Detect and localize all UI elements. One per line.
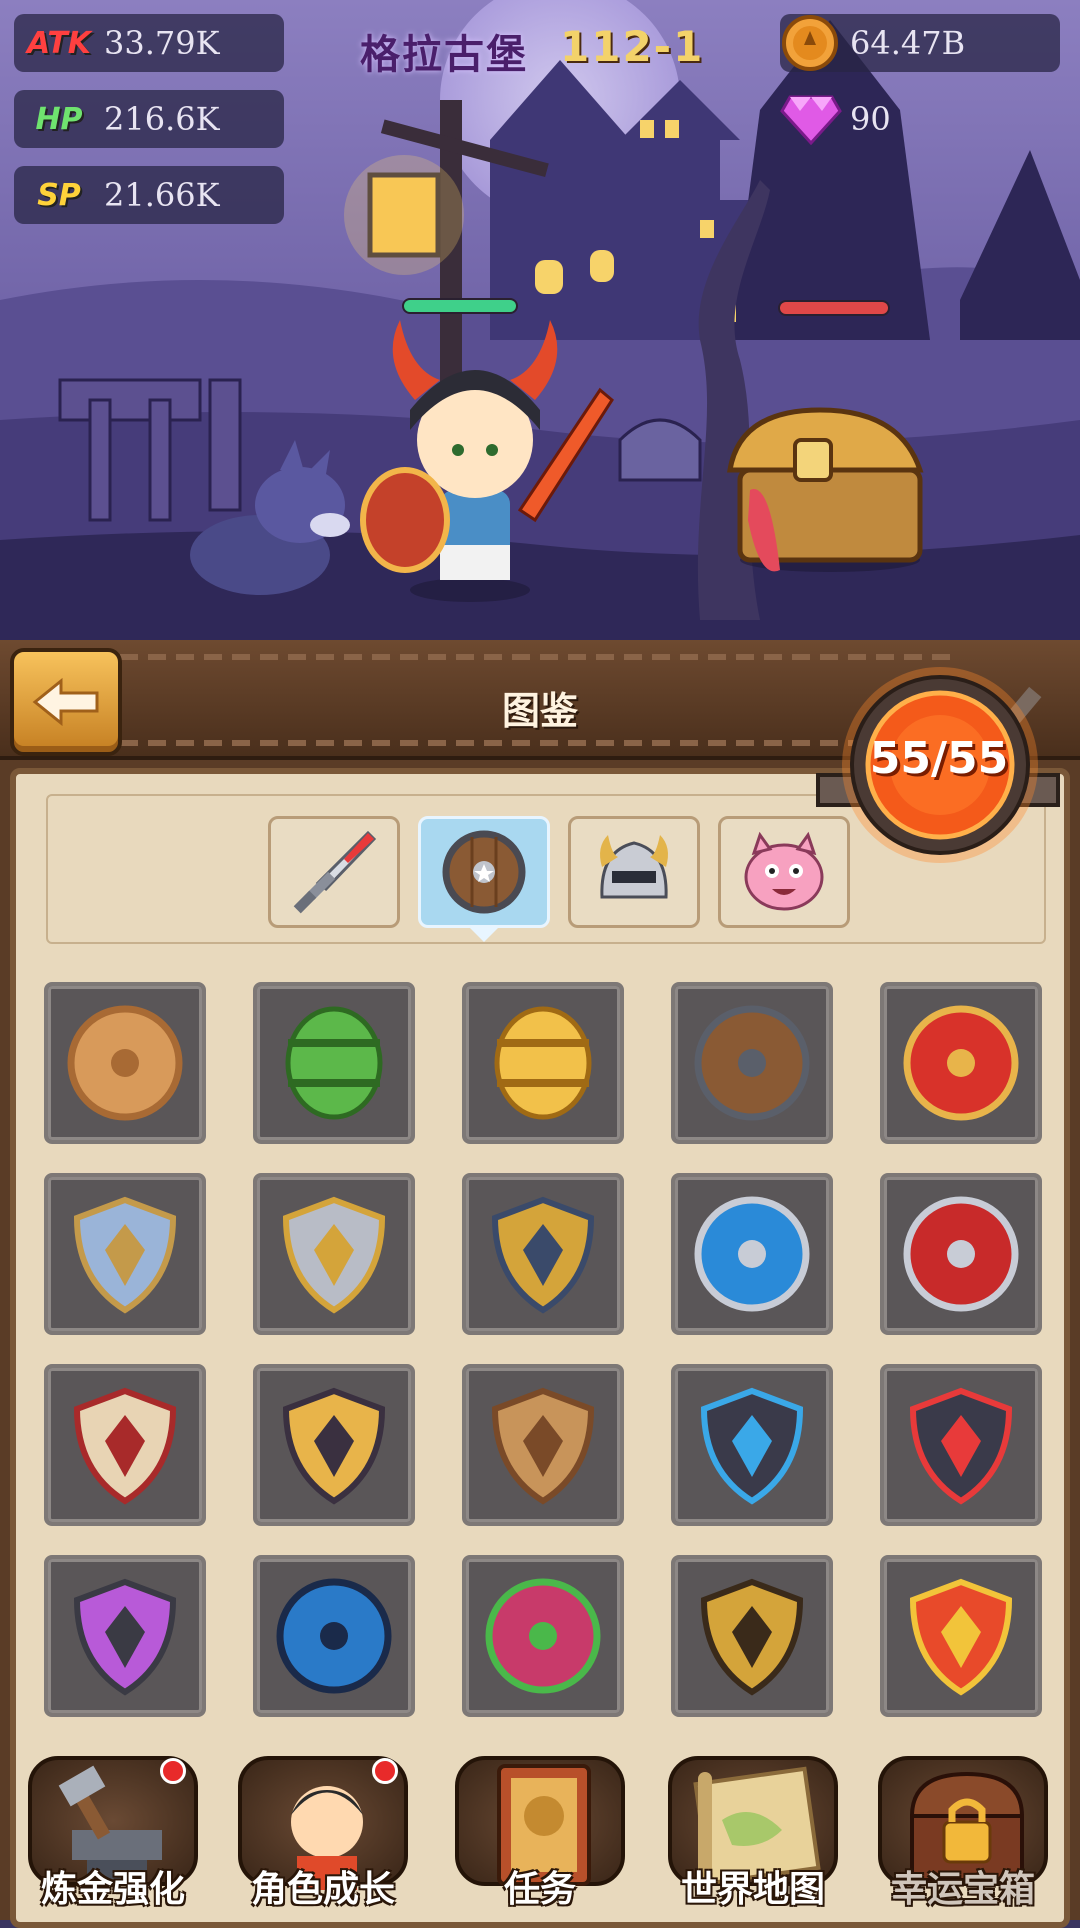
shield-slot[interactable] (462, 1364, 624, 1526)
nav-alchemy-label: 炼金强化 (40, 1869, 185, 1910)
stone-tablet-shield-icon (491, 1387, 595, 1505)
wooden-star-shield-icon (694, 1005, 810, 1121)
blue-spiral-shield-icon (276, 1578, 392, 1694)
shield-slot[interactable] (44, 1173, 206, 1335)
back-button[interactable] (10, 648, 122, 756)
shield-slot[interactable] (671, 1173, 833, 1335)
pharaoh-mask-shield-icon (282, 1387, 386, 1505)
sp-stat: SP 21.66K (14, 166, 284, 224)
tab-shield[interactable] (418, 816, 550, 928)
nav-quests-label: 任务 (503, 1869, 576, 1910)
gem-counter[interactable]: 90 (780, 90, 1060, 148)
header-stripe-top (120, 654, 960, 660)
red-star-shield-icon (903, 1005, 1019, 1121)
tab-helmet[interactable] (568, 816, 700, 928)
gem-value: 90 (850, 100, 891, 138)
shield-slot[interactable] (462, 1173, 624, 1335)
collection-counter: 55/55 (808, 665, 1070, 865)
shield-icon (442, 830, 526, 914)
gold-counter[interactable]: 64.47B (780, 14, 1060, 72)
gold-value: 64.47B (850, 24, 966, 62)
shield-slot[interactable] (880, 1364, 1042, 1526)
shield-slot[interactable] (462, 1555, 624, 1717)
cross-kite-shield-icon (73, 1196, 177, 1314)
atk-label: ATK (26, 25, 92, 61)
shield-slot[interactable] (880, 1173, 1042, 1335)
blue-gem-dark-shield-icon (700, 1387, 804, 1505)
gem-icon (780, 95, 842, 145)
nav-lucky-chest-label: 幸运宝箱 (890, 1869, 1035, 1910)
green-barrel-shield-icon (285, 1006, 383, 1120)
red-gem-dark-shield-icon (909, 1387, 1013, 1505)
silver-spiked-shield-icon (282, 1196, 386, 1314)
shield-slot[interactable] (462, 982, 624, 1144)
nav-quests[interactable]: 任务 (445, 1736, 635, 1920)
blue-cross-round-shield-icon (694, 1196, 810, 1312)
hp-value: 216.6K (104, 100, 220, 138)
nav-alchemy[interactable]: 炼金强化 (18, 1736, 208, 1920)
nav-lucky-chest[interactable]: 幸运宝箱 (868, 1736, 1058, 1920)
shield-slot[interactable] (44, 982, 206, 1144)
red-cross-round-shield-icon (903, 1196, 1019, 1312)
shield-slot[interactable] (44, 1364, 206, 1526)
battle-scene: ATK 33.79K HP 216.6K SP 21.66K 格拉古堡 112-… (0, 0, 1080, 640)
character-notification-badge (372, 1758, 398, 1784)
hp-stat: HP 216.6K (14, 90, 284, 148)
shield-slot[interactable] (880, 982, 1042, 1144)
atk-value: 33.79K (104, 24, 220, 62)
nav-world-map-label: 世界地图 (680, 1869, 825, 1910)
yellow-barrel-shield-icon (494, 1006, 592, 1120)
shield-slot[interactable] (671, 1364, 833, 1526)
nav-world-map[interactable]: 世界地图 (658, 1736, 848, 1920)
wood-log-shield-icon (67, 1005, 183, 1121)
sword-icon (293, 830, 377, 914)
flower-shield-icon (485, 1578, 601, 1694)
shield-slot[interactable] (253, 1173, 415, 1335)
bone-ribcage-shield-icon (73, 1387, 177, 1505)
gold-coin-icon (782, 15, 838, 71)
mimic-chest-enemy (727, 407, 924, 572)
hp-label: HP (35, 101, 83, 137)
nav-character[interactable]: 角色成长 (228, 1736, 418, 1920)
active-tab-pointer (470, 928, 498, 942)
alchemy-notification-badge (160, 1758, 186, 1784)
nav-character-label: 角色成长 (250, 1869, 395, 1910)
flame-phoenix-shield-icon (909, 1578, 1013, 1696)
gold-spiked-shield-icon (491, 1196, 595, 1314)
shield-slot[interactable] (880, 1555, 1042, 1717)
enemy-health-bar (778, 300, 890, 316)
bottom-nav: 炼金强化 角色成长 任务 世界地图 幸运宝箱 (0, 1736, 1080, 1920)
shield-slot[interactable] (253, 982, 415, 1144)
collection-panel: 图鉴 55/55 (0, 640, 1080, 1928)
shield-slot[interactable] (671, 982, 833, 1144)
shield-slot[interactable] (253, 1555, 415, 1717)
atk-stat: ATK 33.79K (14, 14, 284, 72)
horned-gold-shield-icon (700, 1578, 804, 1696)
sp-label: SP (37, 177, 81, 213)
purple-mask-shield-icon (73, 1578, 177, 1696)
helmet-icon (600, 835, 668, 899)
collection-count: 55/55 (869, 733, 1009, 784)
stage-name: 格拉古堡 (360, 32, 528, 78)
back-arrow-icon (32, 677, 99, 727)
hero-health-bar (402, 298, 518, 314)
shield-slot[interactable] (253, 1364, 415, 1526)
stage-number: 112-1 (560, 22, 705, 71)
tab-sword[interactable] (268, 816, 400, 928)
shield-slot[interactable] (44, 1555, 206, 1717)
sp-value: 21.66K (104, 176, 220, 214)
shield-slot[interactable] (671, 1555, 833, 1717)
